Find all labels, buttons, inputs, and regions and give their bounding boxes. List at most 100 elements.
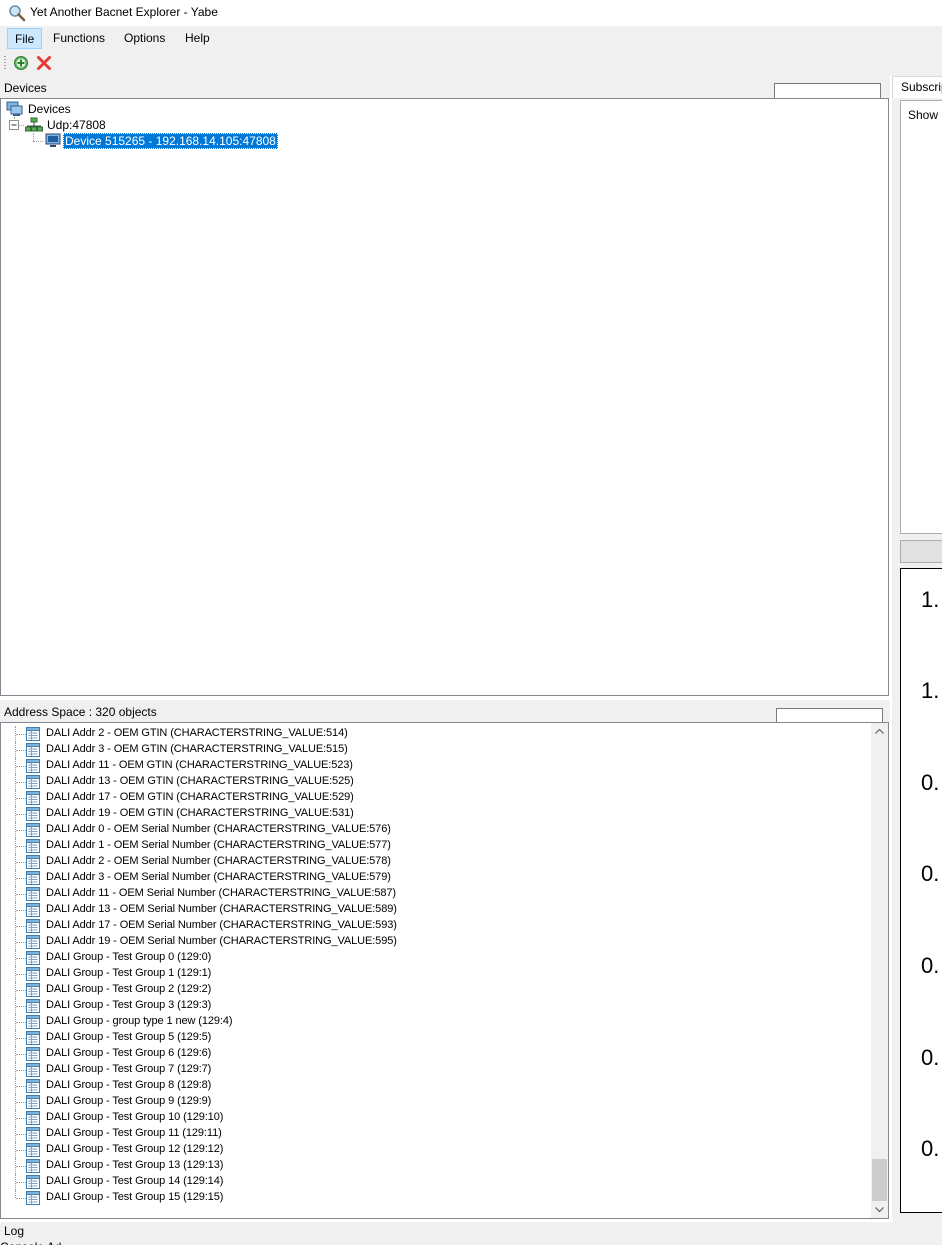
devices-icon	[6, 101, 23, 116]
scroll-down-icon[interactable]	[871, 1201, 888, 1218]
address-space-item[interactable]: DALI Group - Test Group 13 (129:13)	[1, 1158, 861, 1174]
address-space-item-label: DALI Addr 19 - OEM Serial Number (CHARAC…	[46, 935, 397, 947]
menu-help[interactable]: Help	[178, 28, 217, 49]
log-header	[0, 1222, 942, 1245]
object-icon	[26, 903, 40, 917]
address-space-item[interactable]: DALI Addr 11 - OEM GTIN (CHARACTERSTRING…	[1, 758, 861, 774]
object-icon	[26, 1111, 40, 1125]
tree-node-devices-label: Devices	[28, 102, 71, 116]
address-space-list[interactable]: DALI Addr 2 - OEM GTIN (CHARACTERSTRING_…	[1, 723, 871, 1218]
tree-line	[16, 926, 26, 927]
tree-line	[16, 894, 26, 895]
address-space-item-label: DALI Group - Test Group 13 (129:13)	[46, 1159, 224, 1171]
show-column-label[interactable]: Show	[908, 108, 938, 122]
address-space-scrollbar[interactable]	[871, 723, 888, 1218]
address-space-item[interactable]: DALI Addr 11 - OEM Serial Number (CHARAC…	[1, 886, 861, 902]
subscriptions-button[interactable]	[900, 540, 942, 563]
tree-node-device-label: Device 515265 - 192.168.14.105:47808	[63, 133, 278, 149]
address-space-item-label: DALI Addr 13 - OEM GTIN (CHARACTERSTRING…	[46, 775, 354, 787]
address-space-item[interactable]: DALI Addr 17 - OEM Serial Number (CHARAC…	[1, 918, 861, 934]
value-text: 0.	[921, 1136, 940, 1161]
tree-line	[16, 798, 26, 799]
address-space-item[interactable]: DALI Addr 1 - OEM Serial Number (CHARACT…	[1, 838, 861, 854]
object-icon	[26, 951, 40, 965]
toolbar-grip[interactable]	[4, 56, 6, 71]
add-device-icon[interactable]	[12, 54, 30, 72]
tree-line	[16, 1198, 26, 1199]
object-icon	[26, 743, 40, 757]
menu-functions[interactable]: Functions	[46, 28, 112, 49]
address-space-item[interactable]: DALI Addr 2 - OEM GTIN (CHARACTERSTRING_…	[1, 726, 861, 742]
tree-line	[16, 1182, 26, 1183]
address-space-item[interactable]: DALI Group - Test Group 3 (129:3)	[1, 998, 861, 1014]
devices-header	[0, 76, 890, 98]
address-space-item[interactable]: DALI Group - Test Group 6 (129:6)	[1, 1046, 861, 1062]
address-space-item-label: DALI Addr 3 - OEM GTIN (CHARACTERSTRING_…	[46, 743, 348, 755]
devices-tree[interactable]: Devices Udp:47808 Device 515265 - 192.16…	[0, 98, 889, 696]
address-space-item[interactable]: DALI Group - Test Group 5 (129:5)	[1, 1030, 861, 1046]
address-space-item[interactable]: DALI Group - Test Group 9 (129:9)	[1, 1094, 861, 1110]
tree-line	[16, 1054, 26, 1055]
collapse-icon[interactable]	[9, 120, 19, 130]
value-text: 1.	[921, 678, 940, 703]
address-space-item[interactable]: DALI Addr 3 - OEM Serial Number (CHARACT…	[1, 870, 861, 886]
address-space-item[interactable]: DALI Group - Test Group 8 (129:8)	[1, 1078, 861, 1094]
object-icon	[26, 1063, 40, 1077]
tree-node-udp-label: Udp:47808	[47, 118, 106, 132]
object-icon	[26, 935, 40, 949]
address-space-item[interactable]: DALI Group - Test Group 15 (129:15)	[1, 1190, 861, 1206]
tree-line	[16, 830, 26, 831]
address-space-item[interactable]: DALI Addr 13 - OEM GTIN (CHARACTERSTRING…	[1, 774, 861, 790]
address-space-item[interactable]: DALI Group - Test Group 2 (129:2)	[1, 982, 861, 998]
address-space-item[interactable]: DALI Addr 0 - OEM Serial Number (CHARACT…	[1, 822, 861, 838]
tree-line	[16, 766, 26, 767]
address-space-item[interactable]: DALI Addr 13 - OEM Serial Number (CHARAC…	[1, 902, 861, 918]
object-icon	[26, 919, 40, 933]
remove-device-icon[interactable]	[35, 54, 53, 72]
address-space-item[interactable]: DALI Group - Test Group 11 (129:11)	[1, 1126, 861, 1142]
object-icon	[26, 871, 40, 885]
address-space-item-label: DALI Addr 11 - OEM Serial Number (CHARAC…	[46, 887, 396, 899]
value-text: 0.	[921, 953, 940, 978]
object-icon	[26, 1095, 40, 1109]
tab-subscriptions[interactable]: Subscripti	[892, 76, 942, 98]
address-space-item[interactable]: DALI Addr 19 - OEM GTIN (CHARACTERSTRING…	[1, 806, 861, 822]
object-icon	[26, 727, 40, 741]
address-space-tree[interactable]: DALI Addr 2 - OEM GTIN (CHARACTERSTRING_…	[0, 722, 889, 1219]
address-space-item[interactable]: DALI Group - Test Group 14 (129:14)	[1, 1174, 861, 1190]
scrollbar-thumb[interactable]	[872, 1159, 887, 1201]
object-icon	[26, 887, 40, 901]
scroll-up-icon[interactable]	[871, 723, 888, 740]
object-icon	[26, 775, 40, 789]
address-space-item-label: DALI Group - Test Group 5 (129:5)	[46, 1031, 212, 1043]
menu-options[interactable]: Options	[117, 28, 172, 49]
address-space-item-label: DALI Group - group type 1 new (129:4)	[46, 1015, 233, 1027]
object-icon	[26, 1143, 40, 1157]
address-space-item[interactable]: DALI Group - Test Group 1 (129:1)	[1, 966, 861, 982]
tree-line	[16, 1166, 26, 1167]
object-icon	[26, 1031, 40, 1045]
tree-line	[16, 1006, 26, 1007]
address-space-item[interactable]: DALI Addr 2 - OEM Serial Number (CHARACT…	[1, 854, 861, 870]
address-space-item-label: DALI Addr 3 - OEM Serial Number (CHARACT…	[46, 871, 391, 883]
address-space-item[interactable]: DALI Group - Test Group 0 (129:0)	[1, 950, 861, 966]
menu-file[interactable]: File	[7, 28, 43, 49]
address-space-item[interactable]: DALI Group - Test Group 10 (129:10)	[1, 1110, 861, 1126]
tree-line	[16, 942, 26, 943]
tree-line	[16, 1022, 26, 1023]
tree-node-device[interactable]: Device 515265 - 192.168.14.105:47808	[45, 133, 285, 149]
address-space-item[interactable]: DALI Addr 19 - OEM Serial Number (CHARAC…	[1, 934, 861, 950]
tree-node-udp[interactable]: Udp:47808	[9, 117, 209, 133]
tree-line	[16, 1038, 26, 1039]
address-space-item[interactable]: DALI Group - Test Group 7 (129:7)	[1, 1062, 861, 1078]
tree-line	[16, 846, 26, 847]
address-space-label: Address Space : 320 objects	[4, 705, 157, 719]
address-space-item[interactable]: DALI Group - Test Group 12 (129:12)	[1, 1142, 861, 1158]
address-space-item[interactable]: DALI Addr 17 - OEM GTIN (CHARACTERSTRING…	[1, 790, 861, 806]
tree-line	[16, 958, 26, 959]
address-space-item[interactable]: DALI Addr 3 - OEM GTIN (CHARACTERSTRING_…	[1, 742, 861, 758]
tree-line	[16, 750, 26, 751]
address-space-item[interactable]: DALI Group - group type 1 new (129:4)	[1, 1014, 861, 1030]
address-space-item-label: DALI Addr 0 - OEM Serial Number (CHARACT…	[46, 823, 391, 835]
tree-node-devices[interactable]: Devices	[6, 101, 206, 117]
